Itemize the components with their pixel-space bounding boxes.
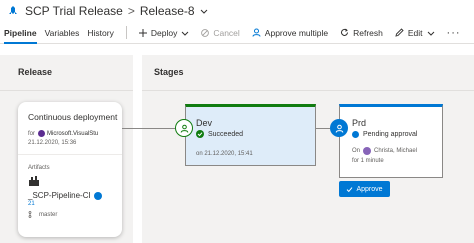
avatar [363, 147, 372, 155]
breadcrumb-separator: > [127, 4, 135, 18]
chevron-down-icon [181, 31, 189, 36]
pipeline-breadcrumb[interactable]: SCP Trial Release [25, 4, 123, 18]
prd-status-text: Pending approval [363, 131, 418, 138]
prd-approver-name: Christa, Michael [374, 148, 418, 154]
cancel-button[interactable]: Cancel [195, 22, 245, 44]
release-panel-divider [0, 90, 133, 91]
refresh-label: Refresh [353, 27, 383, 38]
branch-info: master [28, 211, 57, 218]
more-actions-button[interactable]: ··· [441, 27, 467, 39]
toolbar-divider [125, 26, 127, 39]
approve-label: Approve [356, 185, 383, 193]
header-bar: SCP Trial Release > Release-8 [0, 0, 474, 22]
rocket-icon [9, 6, 17, 14]
person-icon [252, 28, 261, 37]
tab-pipeline[interactable]: Pipeline [0, 22, 41, 44]
artifacts-label: Artifacts [28, 165, 50, 171]
deploy-label: Deploy [150, 27, 178, 38]
pending-icon [352, 131, 359, 138]
build-icon [29, 176, 39, 186]
stages-panel-divider [142, 90, 474, 91]
pencil-icon [395, 28, 404, 37]
cd-for-name: Microsoft.VisualStu [47, 130, 99, 137]
prd-on-label: On [352, 148, 361, 154]
git-icon [93, 191, 102, 200]
edit-button[interactable]: Edit [389, 22, 441, 44]
release-panel-title: Release [18, 67, 53, 77]
cd-date: 21.12.2020, 15:36 [28, 140, 77, 146]
connector-release-dev [122, 128, 175, 129]
prd-approver-info: On Christa, Michael [352, 147, 417, 155]
refresh-button[interactable]: Refresh [334, 22, 389, 44]
cd-title: Continuous deployment [28, 112, 118, 122]
cd-trigger: for Microsoft.VisualStu [28, 130, 98, 137]
branch-icon [28, 211, 32, 218]
edit-label: Edit [407, 27, 423, 38]
approve-button[interactable]: Approve [339, 181, 390, 197]
cancel-label: Cancel [213, 27, 240, 38]
user-badge-icon [38, 130, 46, 137]
toolbar: Pipeline Variables History Deploy Cancel… [0, 22, 474, 44]
approve-multiple-button[interactable]: Approve multiple [246, 22, 334, 44]
approve-multiple-label: Approve multiple [264, 27, 329, 38]
dev-stage-title: Dev [196, 118, 213, 128]
chevron-down-icon[interactable] [200, 7, 208, 15]
build-number-link[interactable]: 21 [28, 201, 35, 207]
prd-stage-title: Prd [352, 118, 367, 128]
stages-panel-title: Stages [154, 67, 184, 77]
refresh-icon [341, 28, 349, 36]
release-breadcrumb[interactable]: Release-8 [140, 4, 195, 18]
plus-icon [138, 28, 147, 37]
check-circle-icon [196, 130, 204, 138]
person-icon [180, 124, 188, 133]
dev-status-text: Succeeded [208, 130, 244, 138]
artifact-pipeline-link[interactable]: _SCP-Pipeline-CI [28, 191, 102, 200]
prd-stage-status: Pending approval [352, 131, 418, 138]
connector-dev-prd [316, 128, 330, 129]
dev-stage-node[interactable] [175, 119, 193, 137]
person-icon [335, 124, 343, 133]
check-icon [347, 186, 353, 192]
deploy-button[interactable]: Deploy [133, 22, 195, 44]
chevron-down-icon [427, 31, 434, 36]
cd-divider [18, 154, 122, 155]
continuous-deployment-card[interactable]: Continuous deployment for Microsoft.Visu… [18, 102, 122, 237]
tab-variables[interactable]: Variables [41, 22, 84, 44]
prd-stage-node[interactable] [330, 119, 348, 137]
tab-history[interactable]: History [83, 22, 117, 44]
cd-for-label: for [28, 130, 36, 137]
dev-stage-date: on 21.12.2020, 15:41 [196, 151, 253, 157]
stage-card-prd[interactable] [339, 104, 443, 178]
cancel-icon [201, 28, 210, 37]
artifact-pipeline-name: _SCP-Pipeline-CI [28, 191, 91, 200]
branch-name: master [39, 211, 58, 218]
dev-stage-status: Succeeded [196, 130, 243, 138]
prd-duration: for 1 minute [352, 158, 384, 164]
